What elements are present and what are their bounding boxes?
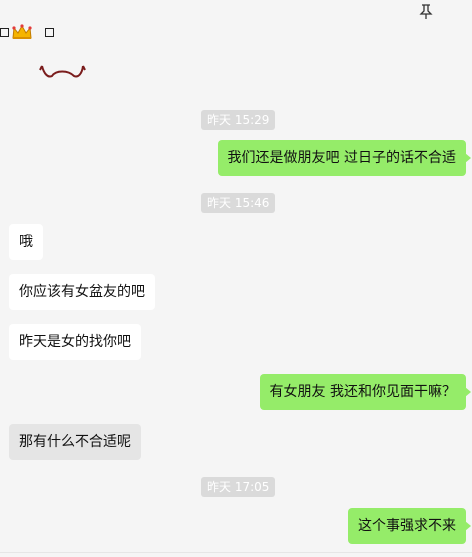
sticker-image xyxy=(39,65,86,78)
incoming-message[interactable]: 昨天是女的找你吧 xyxy=(9,324,141,360)
divider xyxy=(0,552,472,553)
outgoing-message[interactable]: 这个事强求不来 xyxy=(348,508,471,544)
incoming-message[interactable]: 你应该有女盆友的吧 xyxy=(9,274,155,310)
chat-header xyxy=(0,0,472,60)
outgoing-message[interactable]: 我们还是做朋友吧 过日子的话不合适 xyxy=(217,140,472,176)
title-box-glyph xyxy=(0,27,9,37)
timestamp: 昨天 17:05 xyxy=(201,477,276,497)
timestamp: 昨天 15:46 xyxy=(201,193,276,213)
incoming-message[interactable]: 哦 xyxy=(9,224,43,260)
outgoing-message[interactable]: 有女朋友 我还和你见面干嘛？ xyxy=(259,374,472,410)
crown-icon xyxy=(12,24,32,39)
pin-icon[interactable] xyxy=(419,4,433,20)
chat-title xyxy=(0,22,54,42)
title-box-glyph-2 xyxy=(45,27,54,37)
incoming-message[interactable]: 那有什么不合适呢 xyxy=(9,424,141,460)
timestamp: 昨天 15:29 xyxy=(201,110,276,130)
